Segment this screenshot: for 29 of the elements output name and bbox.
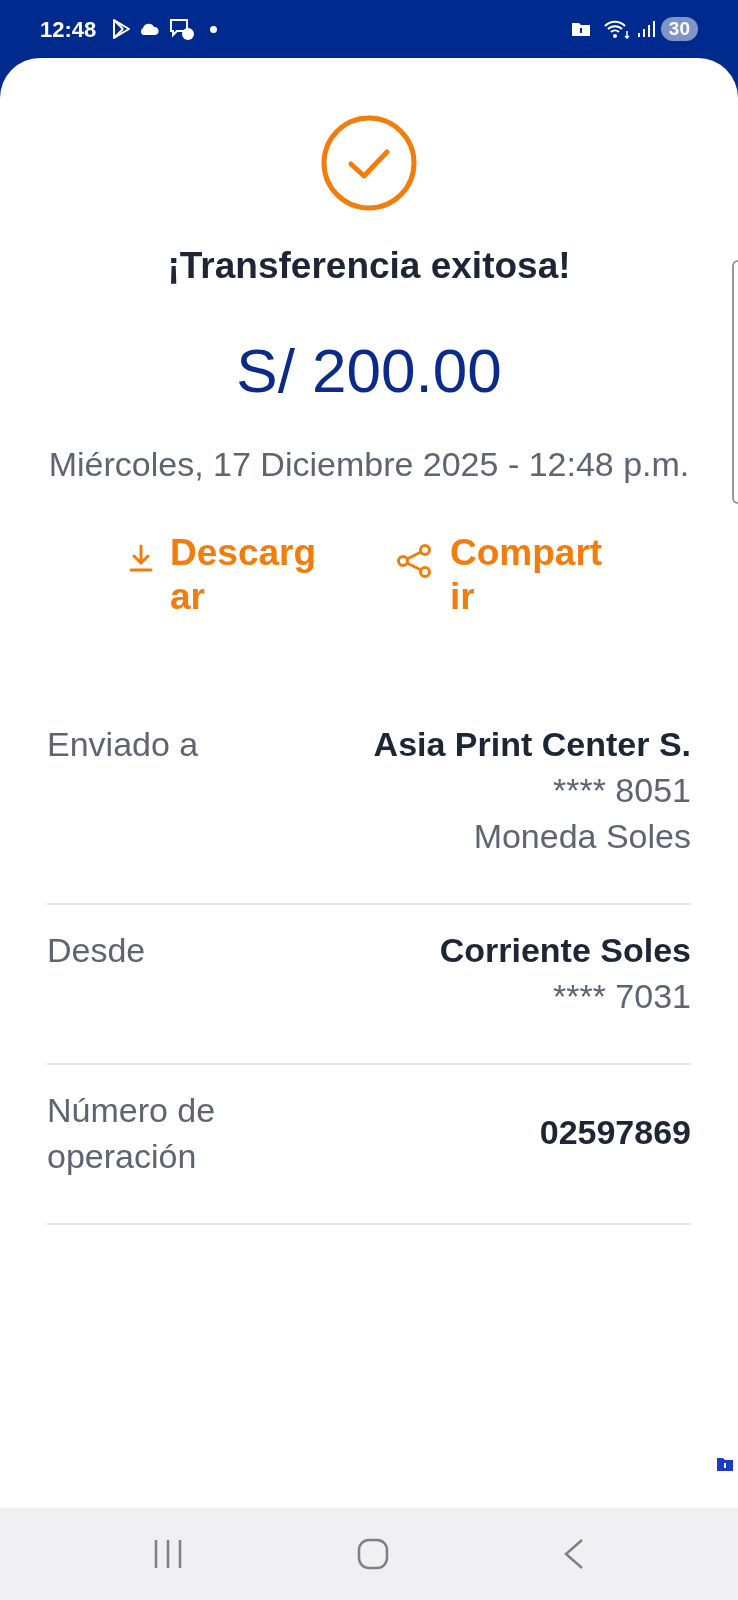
battery-indicator: 30 [660, 17, 698, 41]
amount-text: S/ 200.00 [236, 334, 502, 407]
detail-value: Asia Print Center S. [373, 723, 691, 765]
download-icon [128, 542, 154, 573]
detail-value: Moneda Soles [473, 815, 691, 857]
play-store-icon [110, 18, 133, 40]
detail-label: Enviado a [47, 723, 200, 765]
success-title: ¡Transferencia exitosa! [167, 244, 571, 288]
detail-value: 02597869 [539, 1111, 691, 1153]
folder-lock-icon [570, 21, 591, 37]
wifi-icon [602, 19, 631, 39]
detail-label: Desde [47, 929, 147, 971]
share-icon [396, 542, 434, 579]
folder-lock-icon [716, 1457, 734, 1472]
date-text: Miércoles, 17 Diciembre 2025 - 12:48 p.m. [47, 443, 691, 485]
chat-icon [168, 17, 197, 41]
cloud-icon [138, 22, 161, 36]
share-button[interactable]: Compartir [396, 530, 610, 619]
detail-value: **** 7031 [553, 975, 691, 1017]
detail-value: **** 8051 [553, 769, 691, 811]
signal-icon [636, 20, 655, 38]
status-time: 12:48 [40, 15, 97, 44]
back-icon[interactable] [563, 1538, 585, 1570]
recent-apps-icon[interactable] [153, 1539, 183, 1569]
home-icon[interactable] [357, 1538, 389, 1570]
download-button[interactable]: Descargar [128, 530, 330, 619]
detail-label: Número de operación [47, 1089, 217, 1177]
detail-value: Corriente Soles [439, 929, 691, 971]
success-check-icon [320, 114, 418, 212]
